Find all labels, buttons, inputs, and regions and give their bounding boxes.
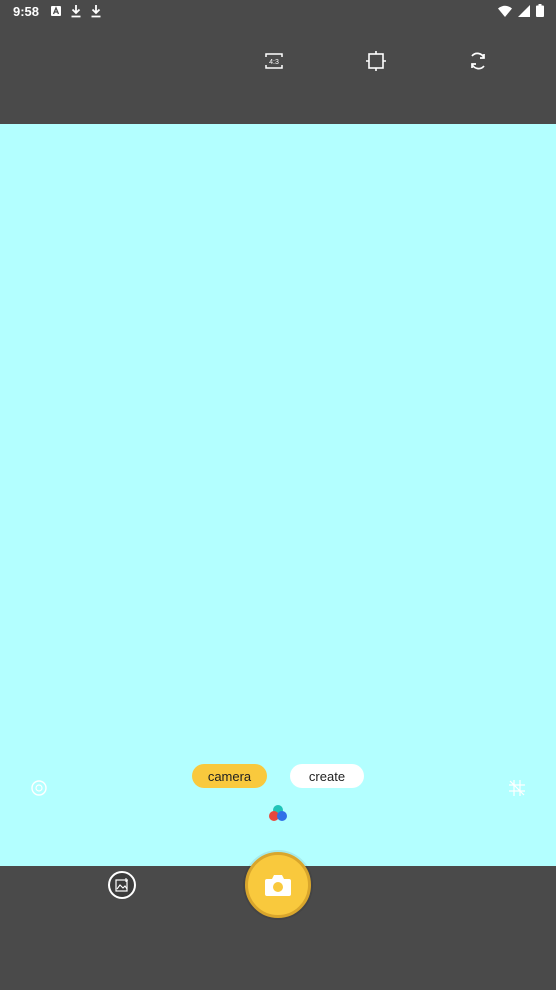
shutter-button[interactable] [245, 852, 311, 918]
aspect-ratio-button[interactable]: 4:3 [262, 49, 286, 73]
filter-effects-button[interactable] [268, 804, 288, 822]
mode-create-tab[interactable]: create [290, 764, 364, 788]
wifi-icon [498, 5, 512, 17]
gallery-button[interactable] [108, 871, 136, 899]
battery-icon [536, 4, 544, 17]
timer-icon [31, 780, 47, 796]
timer-button[interactable] [29, 778, 49, 798]
download-icon [91, 5, 101, 18]
status-right-icons [498, 4, 544, 17]
grid-toggle-button[interactable] [507, 778, 527, 798]
status-time: 9:58 [13, 4, 40, 19]
signal-icon [518, 4, 530, 17]
download-icon [71, 5, 81, 18]
text-icon [51, 6, 61, 16]
camera-icon [265, 875, 291, 896]
crop-button[interactable] [364, 49, 388, 73]
status-bar: 9:58 [0, 0, 556, 24]
top-toolbar: 4:3 [0, 24, 556, 124]
gallery-image-icon [115, 878, 128, 892]
camera-viewfinder[interactable]: camera create [0, 124, 556, 866]
mode-camera-tab[interactable]: camera [192, 764, 267, 788]
crop-icon [366, 51, 386, 71]
rotate-icon [471, 52, 485, 70]
aspect-ratio-icon: 4:3 [265, 53, 283, 69]
status-left-icons [50, 4, 102, 18]
svg-text:4:3: 4:3 [269, 59, 279, 66]
grid-off-icon [509, 780, 525, 796]
switch-camera-button[interactable] [466, 49, 490, 73]
